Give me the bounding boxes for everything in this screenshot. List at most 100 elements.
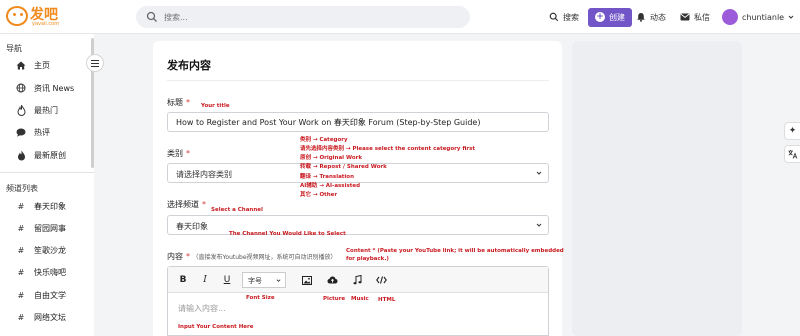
hashtag-icon: #	[17, 267, 25, 277]
messages-link[interactable]: 私信	[680, 0, 710, 34]
chevron-down-icon	[536, 223, 542, 227]
search-box[interactable]	[136, 6, 470, 28]
globe-icon	[14, 82, 28, 94]
page-title: 发布内容	[167, 59, 211, 72]
sidebar-channel-label: 留园网事	[34, 223, 66, 233]
search-link[interactable]: 搜索	[549, 0, 579, 34]
insert-picture-button[interactable]	[300, 273, 314, 287]
channel-label-text: 选择频道	[167, 200, 199, 209]
category-label: 类别 *	[167, 148, 190, 159]
translate-icon	[788, 150, 797, 159]
cloud-upload-icon	[327, 276, 337, 284]
annotation-font-size: Font Size	[246, 295, 275, 301]
sidebar-toggle-button[interactable]	[86, 54, 104, 72]
create-button[interactable]: + 创建	[588, 7, 632, 27]
user-menu[interactable]: chuntianle	[722, 0, 794, 34]
sidebar-item-home[interactable]: 主页	[14, 58, 50, 72]
channel-select[interactable]: 春天印象	[167, 215, 549, 235]
sidebar-channel-item[interactable]: # 网络文坛	[14, 310, 66, 324]
required-mark: *	[186, 98, 190, 107]
content-label: 内容 * （直接发布Youtube视频网址，系统可自动识别播放）	[167, 251, 337, 262]
font-size-label: 字号	[248, 277, 262, 285]
sidebar-channel-item[interactable]: # 留园网事	[14, 221, 66, 235]
content-label-text: 内容	[167, 252, 183, 261]
logo-subtext: yavaii.com	[32, 21, 60, 27]
sidebar-channel-label: 笙歌沙龙	[34, 245, 66, 255]
annotation-channel-like: The Channel You Would Like to Select	[229, 231, 346, 237]
content-hint: （直接发布Youtube视频网址，系统可自动识别播放）	[192, 254, 337, 261]
sidebar-channel-item[interactable]: # 笙歌沙龙	[14, 243, 66, 257]
sidebar-item-label: 最新原创	[34, 150, 66, 160]
site-logo[interactable]: 发吧 yavaii.com	[6, 4, 64, 30]
chevron-down-icon	[788, 15, 794, 19]
sidebar-item-latest-original[interactable]: 最新原创	[14, 148, 66, 162]
nav-section-title: 导航	[6, 44, 22, 53]
sidebar-item-hot-comments[interactable]: 热评	[14, 125, 50, 139]
avatar	[722, 9, 738, 25]
music-note-icon	[353, 275, 361, 285]
editor-toolbar: B I U 字号	[168, 267, 548, 293]
title-input[interactable]	[167, 112, 549, 132]
sidebar-channel-label: 快乐嗨吧	[34, 267, 66, 277]
flame-icon	[14, 104, 28, 116]
annotation-select-channel: Select a Channel	[211, 207, 263, 213]
required-mark: *	[186, 252, 190, 261]
sidebar-item-news[interactable]: 资讯 News	[14, 81, 74, 95]
home-icon	[14, 59, 28, 71]
category-label-text: 类别	[167, 149, 183, 158]
plus-icon: +	[595, 12, 605, 22]
sidebar-item-hottest[interactable]: 最热门	[14, 103, 58, 117]
search-icon	[549, 12, 559, 22]
sidebar-channel-item[interactable]: # 春天印象	[14, 199, 66, 213]
search-link-label: 搜索	[563, 12, 579, 22]
activity-link[interactable]: 动态	[636, 0, 666, 34]
sidebar-channel-item[interactable]: # 自由文学	[14, 288, 66, 302]
title-divider	[167, 80, 549, 81]
annotation-category-line: 翻译 → Translation	[300, 174, 355, 180]
sidebar: 导航 主页 资讯 News 最热门 热评 最新原创 频道列表 # 春天印象 # …	[0, 34, 94, 336]
font-size-select[interactable]: 字号	[242, 272, 286, 288]
sidebar-item-label: 主页	[34, 60, 50, 70]
sidebar-channel-label: 春天印象	[34, 201, 66, 211]
annotation-music: Music	[351, 296, 369, 302]
upload-button[interactable]	[325, 273, 339, 287]
hamburger-icon	[91, 62, 99, 64]
sidebar-channel-item[interactable]: # 快乐嗨吧	[14, 265, 66, 279]
comment-icon	[14, 126, 28, 138]
annotation-html: HTML	[378, 297, 396, 303]
hashtag-icon: #	[17, 312, 25, 322]
chevron-down-icon	[276, 279, 281, 282]
editor-placeholder: 请输入内容...	[178, 304, 226, 313]
sidebar-item-label: 资讯 News	[34, 83, 75, 93]
title-label-text: 标题	[167, 98, 183, 107]
italic-button[interactable]: I	[198, 273, 212, 287]
annotation-input-content: Input Your Content Here	[178, 324, 254, 330]
required-mark: *	[186, 149, 190, 158]
username: chuntianle	[742, 12, 785, 22]
chevron-down-icon	[536, 171, 542, 175]
fire-icon	[14, 149, 28, 161]
hashtag-icon: #	[17, 201, 25, 211]
underline-button[interactable]: U	[220, 273, 234, 287]
annotation-content-note: for playback.)	[346, 256, 389, 262]
create-button-label: 创建	[609, 12, 625, 22]
bell-icon	[637, 13, 645, 22]
insert-music-button[interactable]	[350, 273, 364, 287]
envelope-icon	[680, 13, 690, 21]
sparkle-icon: ✦	[788, 126, 797, 136]
title-label: 标题 *	[167, 97, 190, 108]
translate-button[interactable]	[784, 145, 800, 163]
logo-bubble-icon	[6, 6, 28, 26]
ai-assistant-button[interactable]: ✦	[784, 122, 800, 140]
hashtag-icon: #	[17, 290, 25, 300]
hashtag-icon: #	[17, 245, 25, 255]
code-icon	[375, 276, 387, 284]
bold-button[interactable]: B	[176, 273, 190, 287]
search-icon	[146, 11, 157, 22]
annotation-category-line: 请先选择内容类别 → Please select the content cat…	[300, 146, 476, 152]
annotation-category-line: 其它 → Other	[300, 192, 338, 198]
annotation-your-title: Your title	[201, 103, 230, 109]
sidebar-divider	[0, 172, 94, 173]
insert-html-button[interactable]	[374, 273, 388, 287]
search-input[interactable]	[164, 9, 454, 25]
